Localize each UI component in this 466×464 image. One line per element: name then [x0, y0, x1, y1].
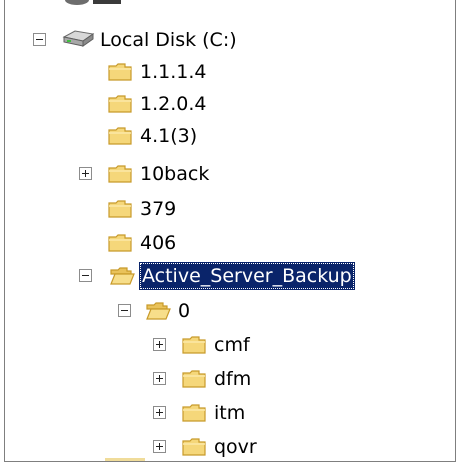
tree-item-label[interactable]: 379 [137, 195, 179, 223]
tree-item-label[interactable]: 1.2.0.4 [137, 90, 209, 118]
folder-tree-panel: Local Disk (C:) 1.1.1.4 1.2.0.4 4.1(3) 1… [4, 0, 456, 462]
tree-item-folder[interactable]: 4.1(3) [5, 121, 455, 151]
tree-item-label[interactable]: 10back [137, 160, 212, 188]
expand-toggle[interactable] [79, 167, 92, 180]
expand-toggle[interactable] [153, 338, 166, 351]
tree-item-label[interactable]: 4.1(3) [137, 122, 200, 150]
folder-icon [108, 200, 132, 218]
tree-item-label[interactable]: 0 [175, 297, 193, 325]
folder-icon [182, 404, 206, 422]
tree-item-label[interactable]: dfm [211, 365, 254, 393]
expand-toggle[interactable] [153, 440, 166, 453]
tree-item-folder[interactable]: dfm [5, 364, 455, 394]
folder-open-icon [146, 302, 171, 320]
tree-item-folder[interactable]: 406 [5, 228, 455, 258]
tree-item-label[interactable]: qovr [211, 433, 260, 461]
tree-item-label[interactable]: itm [211, 399, 248, 427]
tree-item-local-disk[interactable]: Local Disk (C:) [5, 25, 455, 55]
folder-icon [182, 438, 206, 456]
tree-item-label[interactable]: 406 [137, 229, 179, 257]
expand-toggle[interactable] [153, 406, 166, 419]
folder-icon [108, 127, 132, 145]
tree-item-folder[interactable]: 10back [5, 159, 455, 189]
collapse-toggle[interactable] [118, 304, 131, 317]
folder-icon [108, 234, 132, 252]
expand-toggle[interactable] [153, 372, 166, 385]
tree-item-folder[interactable]: 379 [5, 194, 455, 224]
tree-item-label[interactable]: cmf [211, 331, 253, 359]
tree-item-label[interactable]: Active_Server_Backup [139, 262, 355, 290]
hard-drive-icon [62, 30, 95, 47]
tree-item-folder[interactable]: 1.2.0.4 [5, 89, 455, 119]
folder-open-icon [110, 267, 135, 285]
tree-item-folder[interactable]: qovr [5, 432, 455, 461]
tree-item-folder[interactable]: 0 [5, 296, 455, 326]
tree-item-folder-selected[interactable]: Active_Server_Backup [5, 261, 455, 291]
collapse-toggle[interactable] [33, 33, 46, 46]
folder-icon [108, 165, 132, 183]
cut-off-tree-item [63, 0, 123, 6]
cut-off-tree-item [105, 458, 145, 461]
tree-item-folder[interactable]: itm [5, 398, 455, 428]
folder-icon [182, 370, 206, 388]
collapse-toggle[interactable] [79, 269, 92, 282]
tree-item-folder[interactable]: cmf [5, 330, 455, 360]
folder-icon [182, 336, 206, 354]
folder-icon [108, 95, 132, 113]
tree-item-folder[interactable]: 1.1.1.4 [5, 57, 455, 87]
tree-item-label[interactable]: 1.1.1.4 [137, 58, 209, 86]
tree-item-label[interactable]: Local Disk (C:) [97, 26, 240, 54]
folder-icon [108, 63, 132, 81]
